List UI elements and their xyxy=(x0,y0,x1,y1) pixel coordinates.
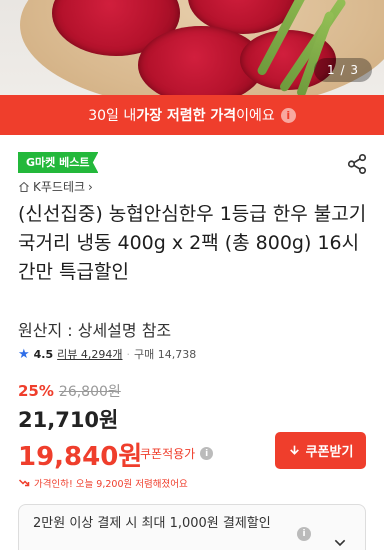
share-icon[interactable] xyxy=(346,153,368,175)
lowest-price-banner[interactable]: 30일 내 가장 저렴한 가격 이에요 i xyxy=(0,95,384,135)
purchase-count: 구매 14,738 xyxy=(134,348,197,361)
home-icon xyxy=(19,181,29,192)
banner-highlight: 가장 저렴한 가격 xyxy=(136,108,237,124)
info-icon[interactable]: i xyxy=(200,447,214,460)
rating-score: 4.5 xyxy=(33,347,54,361)
download-icon xyxy=(289,445,299,455)
star-icon: ★ xyxy=(18,346,30,362)
original-price: 26,800원 xyxy=(58,384,121,400)
payment-discount-box[interactable]: 2만원 이상 결제 시 최대 1,000원 결제할인 i xyxy=(18,504,366,550)
get-coupon-button[interactable]: 쿠폰받기 xyxy=(275,432,366,469)
product-image[interactable]: 1 / 3 xyxy=(0,0,384,95)
price-drop-text: 가격인하! 오늘 9,200원 저렴해졌어요 xyxy=(34,479,188,490)
product-origin: 원산지 : 상세설명 참조 xyxy=(18,321,172,340)
info-icon[interactable]: i xyxy=(297,527,311,541)
seller-name: K푸드테크 xyxy=(33,180,86,194)
review-count-link[interactable]: 리뷰 4,294개 xyxy=(57,346,122,362)
seller-link[interactable]: K푸드테크 › xyxy=(18,178,93,195)
chevron-right-icon: › xyxy=(88,179,93,194)
coupon-price: 19,840원 xyxy=(18,442,143,472)
info-icon[interactable]: i xyxy=(280,107,296,123)
discount-rate: 25% xyxy=(18,382,54,400)
image-pager: 1 / 3 xyxy=(314,58,372,82)
product-title: (신선집중) 농협안심한우 1등급 한우 불고기 국거리 냉동 400g x 2… xyxy=(18,203,367,283)
banner-prefix: 30일 내 xyxy=(88,108,137,124)
chevron-down-icon[interactable] xyxy=(332,535,348,550)
rating-row: ★ 4.5 리뷰 4,294개 · 구매 14,738 xyxy=(18,346,196,362)
trend-down-icon xyxy=(18,479,30,487)
coupon-price-label: 쿠폰적용가 i xyxy=(140,445,214,462)
banner-suffix: 이에요 xyxy=(236,108,275,124)
best-badge: G마켓 베스트 xyxy=(18,152,99,173)
coupon-label-text: 쿠폰적용가 xyxy=(140,447,196,461)
payment-discount-text: 2만원 이상 결제 시 최대 1,000원 결제할인 xyxy=(33,516,271,531)
sale-price: 21,710원 xyxy=(18,408,119,432)
discount-row: 25% 26,800원 xyxy=(18,381,121,401)
price-drop-note: 가격인하! 오늘 9,200원 저렴해졌어요 xyxy=(18,476,188,490)
separator: · xyxy=(126,347,131,361)
coupon-button-label: 쿠폰받기 xyxy=(305,445,354,460)
